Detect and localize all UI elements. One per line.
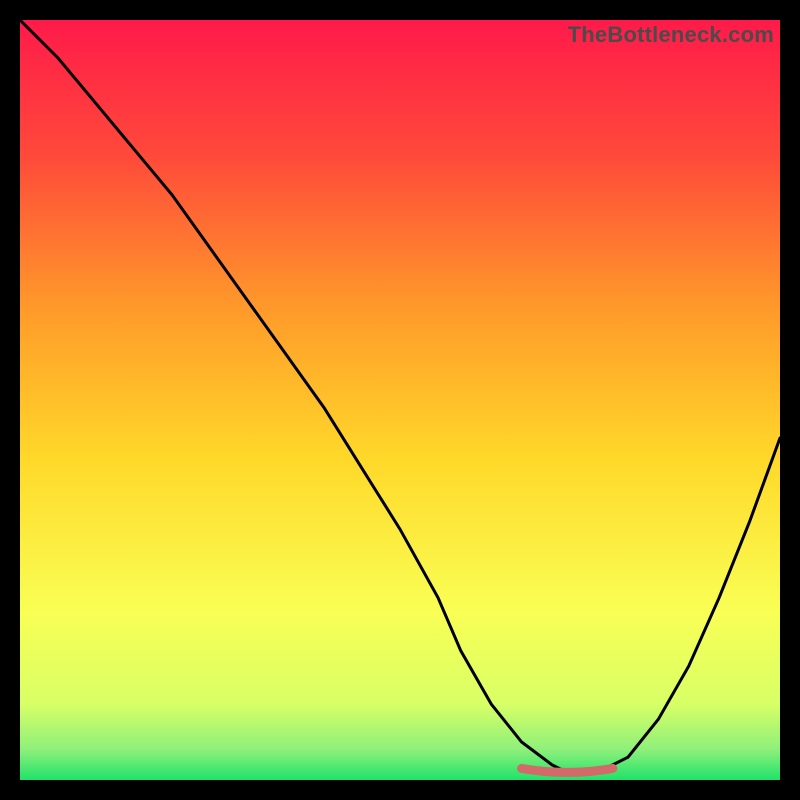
flat-minimum-marker [522,768,613,772]
watermark-text: TheBottleneck.com [568,22,774,48]
chart-frame: TheBottleneck.com [20,20,780,780]
bottleneck-chart [20,20,780,780]
gradient-background [20,20,780,780]
